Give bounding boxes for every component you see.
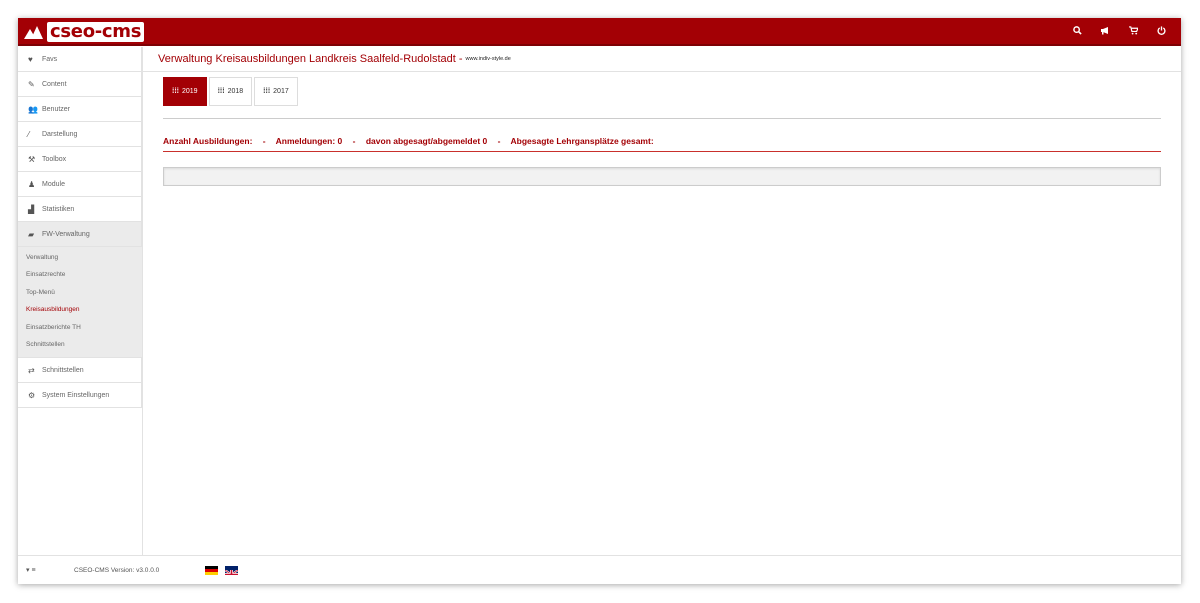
pencil-icon: ✎ <box>28 79 35 89</box>
sidebar-item-label: Module <box>42 180 65 188</box>
flag-uk-icon[interactable] <box>225 565 239 575</box>
top-icons <box>1063 18 1175 46</box>
sidebar-item-label: System Einstellungen <box>42 391 110 399</box>
brush-icon: ⁄ <box>28 129 30 139</box>
megaphone-icon[interactable] <box>1091 26 1119 38</box>
summary-separator: - <box>352 136 356 146</box>
sidebar-item-statistiken[interactable]: ▟ Statistiken <box>18 197 142 222</box>
divider <box>163 118 1161 119</box>
search-icon[interactable] <box>1063 26 1091 38</box>
app-window: cseo-cms ♥ Favs ✎ Content 👥 Benutzer ⁄ Darst… <box>18 18 1181 584</box>
submenu-item-kreisausbildungen[interactable]: Kreisausbildungen <box>18 301 142 318</box>
top-bar: cseo-cms <box>18 18 1181 46</box>
cart-icon[interactable] <box>1119 26 1147 38</box>
sidebar-item-label: FW-Verwaltung <box>42 230 90 238</box>
summary-abgesagt: davon abgesagt/abgemeldet 0 <box>365 136 488 146</box>
summary-lehrgang: Abgesagte Lehrgansplätze gesamt: <box>510 136 654 146</box>
tab-2018[interactable]: ⁞⁞⁞ 2018 <box>208 77 253 106</box>
sidebar-item-system-einstellungen[interactable]: ⚙ System Einstellungen <box>18 383 142 409</box>
sidebar-item-fw-verwaltung[interactable]: ▰ FW-Verwaltung <box>18 222 142 247</box>
submenu-fw-verwaltung: Verwaltung Einsatzrechte Top-Menü Kreisa… <box>18 247 142 359</box>
summary-anmeldungen: Anmeldungen: 0 <box>275 136 343 146</box>
grid-icon: ⁞⁞⁞ <box>217 88 225 95</box>
sidebar-item-module[interactable]: ♟ Module <box>18 172 142 197</box>
folder-open-icon: ▰ <box>28 229 35 239</box>
year-tabs: ⁞⁞⁞ 2019 ⁞⁞⁞ 2018 ⁞⁞⁞ 2017 <box>163 77 300 106</box>
grid-icon: ⁞⁞⁞ <box>172 88 179 95</box>
logo[interactable]: cseo-cms <box>24 21 145 43</box>
page-title: Verwaltung Kreisausbildungen Landkreis S… <box>158 53 463 65</box>
title-bar: Verwaltung Kreisausbildungen Landkreis S… <box>143 47 1181 72</box>
grid-icon: ⁞⁞⁞ <box>263 88 271 95</box>
main-content: Verwaltung Kreisausbildungen Landkreis S… <box>142 47 1181 555</box>
sidebar-item-schnittstellen[interactable]: ⇄ Schnittstellen <box>18 358 142 384</box>
submenu-item-einsatzberichte-th[interactable]: Einsatzberichte TH <box>18 319 142 336</box>
sidebar-item-label: Statistiken <box>42 205 75 213</box>
summary-line: Anzahl Ausbildungen: - Anmeldungen: 0 - … <box>163 136 1161 152</box>
submenu-item-einsatzrechte[interactable]: Einsatzrechte <box>18 266 142 283</box>
submenu-item-schnittstellen[interactable]: Schnittstellen <box>18 336 142 353</box>
menu-toggle-button[interactable]: ▾ ≡ <box>26 566 66 574</box>
sidebar-item-benutzer[interactable]: 👥 Benutzer <box>18 97 142 122</box>
version-text: CSEO-CMS Version: v3.0.0.0 <box>74 566 160 574</box>
summary-anzahl: Anzahl Ausbildungen: <box>163 136 253 146</box>
summary-separator: - <box>497 136 501 146</box>
sidebar-item-label: Content <box>42 80 67 88</box>
tab-2017[interactable]: ⁞⁞⁞ 2017 <box>254 77 298 106</box>
sidebar-item-favs[interactable]: ♥ Favs <box>18 47 142 72</box>
exchange-icon: ⇄ <box>28 365 35 375</box>
sidebar-item-content[interactable]: ✎ Content <box>18 72 142 97</box>
area-chart-icon: ▟ <box>28 204 35 214</box>
sidebar-item-label: Darstellung <box>42 130 78 138</box>
logo-text: cseo-cms <box>47 22 145 42</box>
wrench-icon: ⚒ <box>28 154 36 164</box>
flag-de-icon[interactable] <box>205 565 219 575</box>
users-icon: 👥 <box>28 104 38 114</box>
logo-mark-icon <box>24 23 44 41</box>
submenu-item-verwaltung[interactable]: Verwaltung <box>18 249 142 266</box>
tab-2019[interactable]: ⁞⁞⁞ 2019 <box>163 77 207 106</box>
summary-separator: - <box>262 136 266 146</box>
footer: ▾ ≡ CSEO-CMS Version: v3.0.0.0 <box>18 555 1181 584</box>
puzzle-icon: ♟ <box>28 179 36 189</box>
heart-icon: ♥ <box>28 54 33 64</box>
progress-bar <box>163 167 1161 186</box>
power-icon[interactable] <box>1147 26 1175 38</box>
cogs-icon: ⚙ <box>28 390 36 400</box>
sidebar-item-label: Favs <box>42 55 58 63</box>
tab-label: 2019 <box>182 88 198 95</box>
sidebar-item-toolbox[interactable]: ⚒ Toolbox <box>18 147 142 172</box>
sidebar-item-label: Schnittstellen <box>42 366 84 374</box>
page-subtitle: www.indiv-style.de <box>465 56 511 62</box>
submenu-item-top-menue[interactable]: Top-Menü <box>18 284 142 301</box>
sidebar-item-label: Benutzer <box>42 105 71 113</box>
tab-label: 2018 <box>227 88 244 95</box>
tab-label: 2017 <box>273 88 289 95</box>
sidebar-item-label: Toolbox <box>42 155 67 163</box>
sidebar: ♥ Favs ✎ Content 👥 Benutzer ⁄ Darstellung ⚒ T… <box>18 47 142 555</box>
sidebar-item-darstellung[interactable]: ⁄ Darstellung <box>18 122 142 147</box>
